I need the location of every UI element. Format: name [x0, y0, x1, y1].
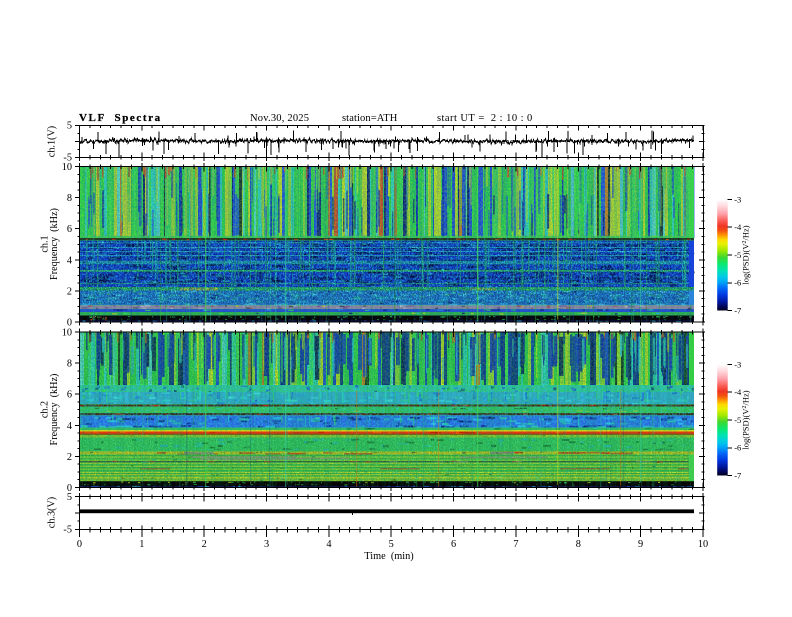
svg-text:6: 6 — [67, 224, 72, 235]
svg-text:9: 9 — [638, 539, 643, 550]
svg-text:2: 2 — [67, 286, 72, 297]
svg-text:station=ATH: station=ATH — [342, 113, 398, 124]
svg-text:-7: -7 — [734, 470, 741, 480]
svg-text:8: 8 — [576, 539, 581, 550]
svg-text:Frequency (kHz): Frequency (kHz) — [49, 208, 60, 280]
svg-text:ch.3(V): ch.3(V) — [47, 497, 58, 528]
svg-text:1: 1 — [139, 539, 144, 550]
svg-text:10: 10 — [698, 539, 708, 550]
svg-text:Frequency (kHz): Frequency (kHz) — [49, 374, 60, 446]
svg-text:6: 6 — [67, 390, 72, 401]
svg-text:ch.1(V): ch.1(V) — [47, 126, 58, 157]
svg-text:3: 3 — [264, 539, 269, 550]
svg-text:VLF Spectra: VLF Spectra — [79, 112, 162, 124]
svg-text:5: 5 — [67, 492, 72, 503]
svg-text:-7: -7 — [734, 305, 741, 315]
svg-text:4: 4 — [326, 539, 331, 550]
svg-text:-5: -5 — [63, 525, 72, 536]
svg-text:Nov.30, 2025: Nov.30, 2025 — [250, 113, 309, 124]
svg-text:2: 2 — [67, 452, 72, 463]
svg-text:4: 4 — [67, 255, 72, 266]
svg-text:Time (min): Time (min) — [364, 551, 413, 562]
svg-text:8: 8 — [67, 359, 72, 370]
svg-text:-3: -3 — [734, 194, 741, 204]
svg-text:start UT = 2 : 10 : 0: start UT = 2 : 10 : 0 — [437, 113, 533, 124]
svg-text:2: 2 — [202, 539, 207, 550]
svg-text:10: 10 — [62, 328, 72, 339]
svg-text:0: 0 — [77, 539, 82, 550]
svg-text:6: 6 — [451, 539, 456, 550]
svg-text:5: 5 — [389, 539, 394, 550]
svg-text:8: 8 — [67, 193, 72, 204]
svg-text:4: 4 — [67, 421, 72, 432]
svg-text:log(PSD)(V2/Hz): log(PSD)(V2/Hz) — [741, 225, 751, 284]
svg-text:log(PSD)(V2/Hz): log(PSD)(V2/Hz) — [741, 390, 751, 449]
svg-text:10: 10 — [62, 162, 72, 173]
svg-text:7: 7 — [513, 539, 518, 550]
svg-text:5: 5 — [67, 121, 72, 132]
svg-text:-3: -3 — [734, 359, 741, 369]
